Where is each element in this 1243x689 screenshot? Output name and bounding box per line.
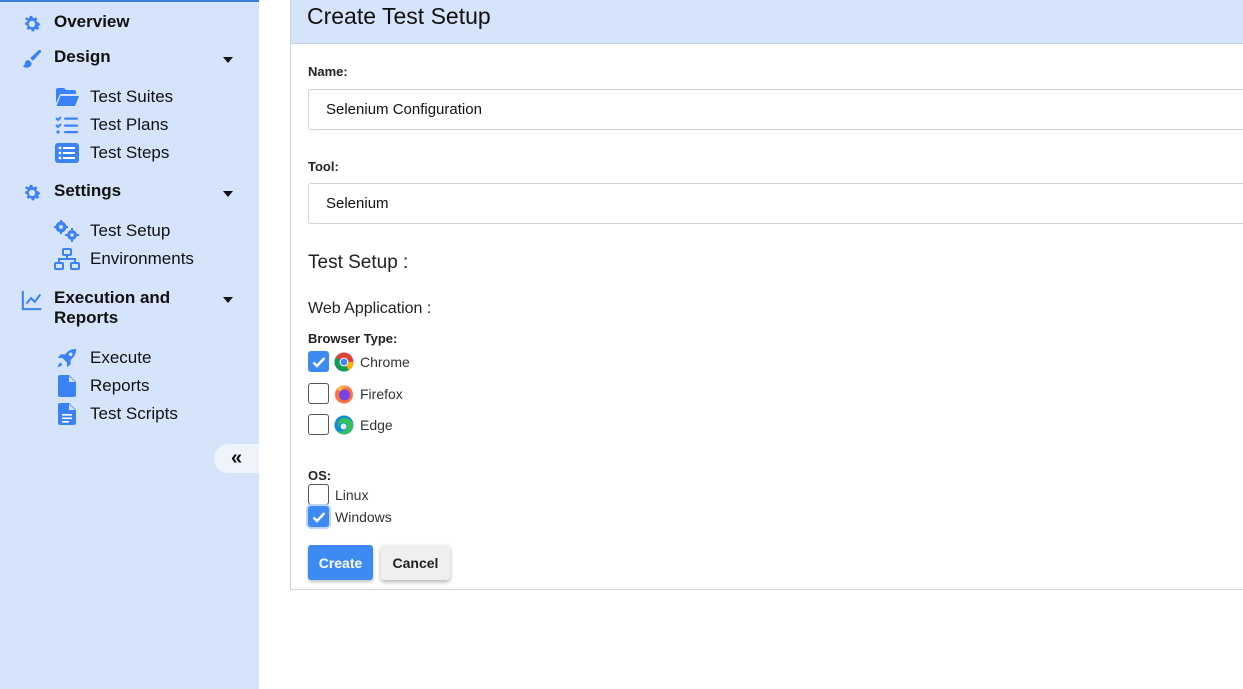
cancel-button[interactable]: Cancel xyxy=(381,545,450,580)
sidebar-item-test-steps[interactable]: Test Steps xyxy=(54,142,169,164)
tool-input[interactable] xyxy=(308,183,1243,224)
card-header: Create Test Setup xyxy=(291,0,1243,44)
sidebar: Overview Design Test Suites Test Plans T… xyxy=(0,0,259,689)
chrome-label: Chrome xyxy=(360,353,410,370)
windows-checkbox[interactable] xyxy=(308,506,329,527)
sidebar-section-settings[interactable]: Settings xyxy=(20,181,121,205)
os-label: OS: xyxy=(308,468,332,483)
sidebar-item-reports[interactable]: Reports xyxy=(54,375,150,397)
double-chevron-left-icon: « xyxy=(230,447,243,469)
sidebar-section-label: Settings xyxy=(54,181,122,200)
create-button[interactable]: Create xyxy=(308,545,373,580)
sidebar-item-test-suites[interactable]: Test Suites xyxy=(54,86,173,108)
sidebar-item-test-scripts[interactable]: Test Scripts xyxy=(54,403,178,425)
edge-label: Edge xyxy=(360,416,393,433)
folder-open-icon xyxy=(54,86,80,108)
file-icon xyxy=(54,375,80,397)
sidebar-item-label: Test Suites xyxy=(90,87,174,106)
sidebar-section-label: Design xyxy=(54,47,111,66)
web-application-heading: Web Application : xyxy=(308,300,432,317)
gears-icon xyxy=(54,220,80,242)
file-text-icon xyxy=(54,403,80,425)
chrome-icon xyxy=(334,352,354,372)
edge-icon xyxy=(334,415,354,434)
os-option-linux[interactable]: Linux xyxy=(308,484,368,505)
list-icon xyxy=(54,142,80,164)
sidebar-active-indicator xyxy=(0,0,259,2)
browser-option-chrome[interactable]: Chrome xyxy=(308,351,410,372)
chevron-down-icon[interactable] xyxy=(223,297,233,303)
gear-icon xyxy=(20,12,44,36)
page-title: Create Test Setup xyxy=(307,3,491,29)
sidebar-item-test-plans[interactable]: Test Plans xyxy=(54,114,168,136)
sidebar-item-environments[interactable]: Environments xyxy=(54,248,194,270)
sidebar-item-label: Test Scripts xyxy=(90,404,178,423)
sidebar-item-label: Test Steps xyxy=(90,143,170,162)
test-setup-heading: Test Setup : xyxy=(308,252,409,273)
paintbrush-icon xyxy=(20,47,44,71)
sidebar-item-label: Test Setup xyxy=(90,221,171,240)
name-label: Name: xyxy=(308,64,348,79)
sidebar-section-label: Overview xyxy=(54,12,130,31)
checklist-icon xyxy=(54,114,80,136)
linux-checkbox[interactable] xyxy=(308,484,329,505)
chevron-down-icon[interactable] xyxy=(223,191,233,197)
sidebar-item-label: Reports xyxy=(90,376,150,395)
gear-icon xyxy=(20,181,44,205)
sidebar-section-overview[interactable]: Overview xyxy=(20,12,130,36)
windows-label: Windows xyxy=(335,508,392,525)
tool-label: Tool: xyxy=(308,159,339,174)
edge-checkbox[interactable] xyxy=(308,414,329,435)
sidebar-section-design[interactable]: Design xyxy=(20,47,111,71)
sidebar-item-test-setup[interactable]: Test Setup xyxy=(54,220,170,242)
os-option-windows[interactable]: Windows xyxy=(308,506,392,527)
chrome-checkbox[interactable] xyxy=(308,351,329,372)
firefox-checkbox[interactable] xyxy=(308,383,329,404)
sidebar-section-execution-reports[interactable]: Execution and Reports xyxy=(20,288,184,328)
collapse-sidebar-button[interactable]: « xyxy=(214,444,259,473)
browser-type-label: Browser Type: xyxy=(308,331,398,346)
sidebar-item-execute[interactable]: Execute xyxy=(54,347,151,369)
sidebar-section-label: Execution and Reports xyxy=(54,288,171,327)
firefox-icon xyxy=(335,385,353,403)
create-test-setup-card: Create Test Setup Name: Tool: Test Setup… xyxy=(290,0,1243,590)
firefox-label: Firefox xyxy=(360,385,403,402)
chevron-down-icon[interactable] xyxy=(223,57,233,63)
browser-option-firefox[interactable]: Firefox xyxy=(308,383,403,404)
sidebar-item-label: Execute xyxy=(90,348,152,367)
chart-line-icon xyxy=(20,288,44,312)
sidebar-item-label: Environments xyxy=(90,249,194,268)
browser-option-edge[interactable]: Edge xyxy=(308,414,393,435)
linux-label: Linux xyxy=(335,486,369,503)
rocket-icon xyxy=(54,347,80,369)
name-input[interactable] xyxy=(308,89,1243,130)
sidebar-item-label: Test Plans xyxy=(90,115,169,134)
network-icon xyxy=(54,248,80,270)
